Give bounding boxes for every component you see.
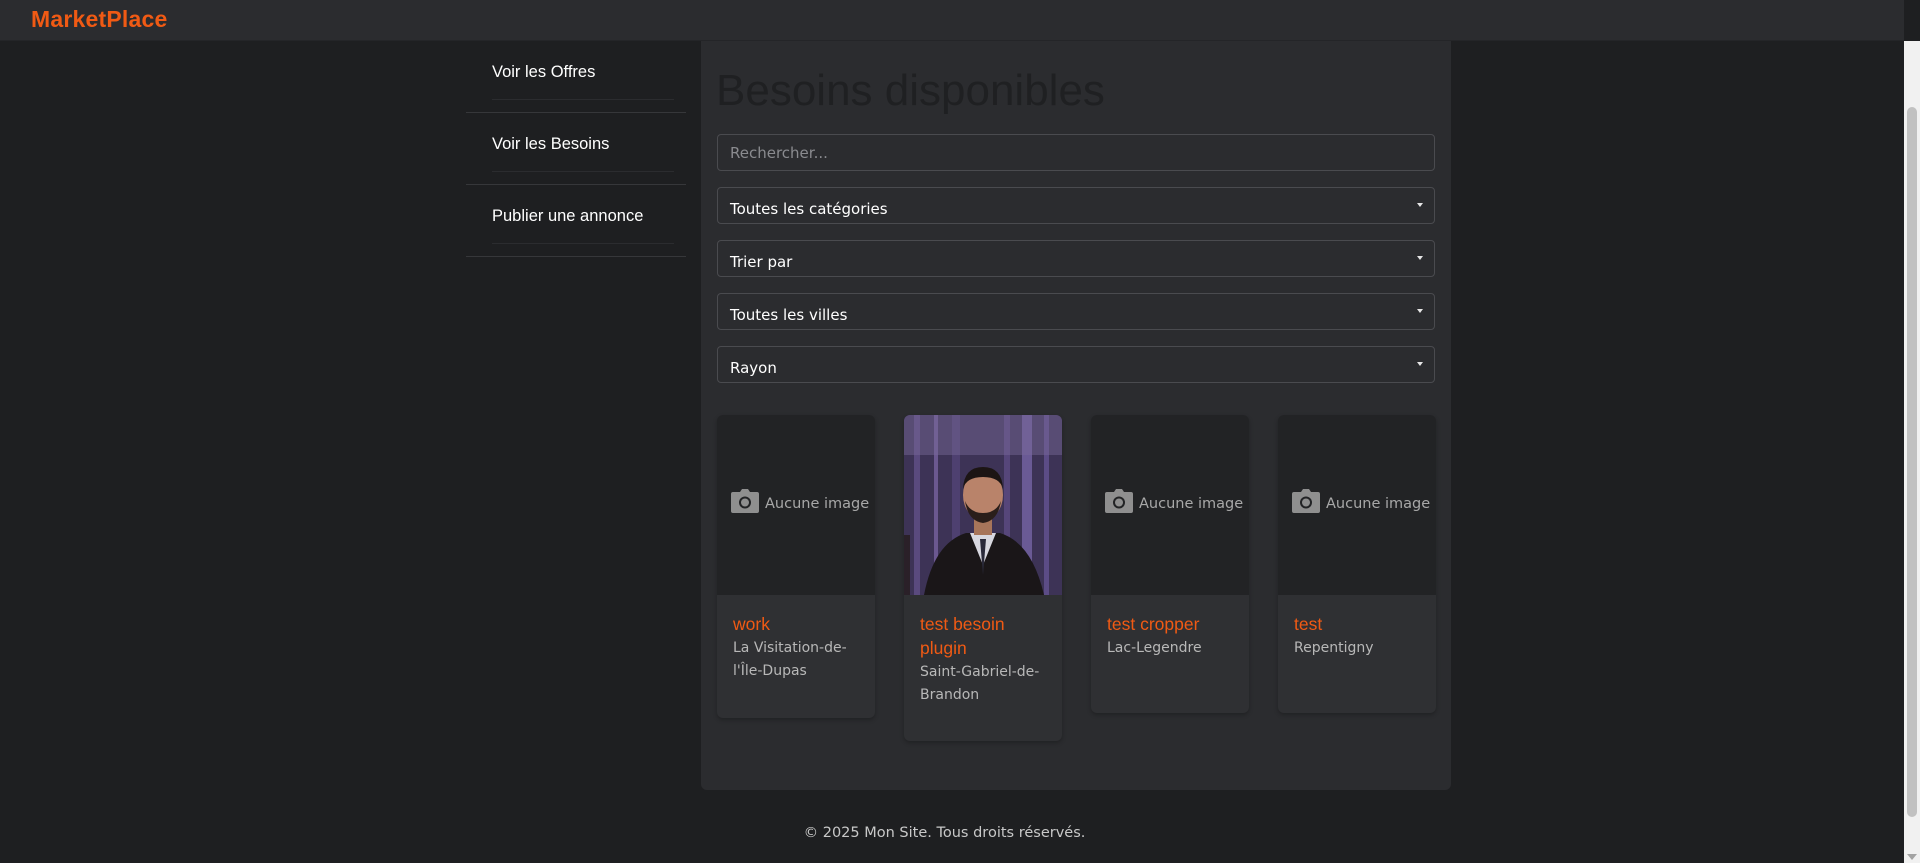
listing-card[interactable]: Aucune image test Repentigny [1278, 415, 1436, 713]
scroll-down-arrow-icon[interactable] [1907, 854, 1917, 860]
chevron-down-icon [1417, 256, 1423, 260]
category-select-value: Toutes les catégories [730, 200, 888, 218]
card-city: Saint-Gabriel-de-Brandon [920, 664, 1040, 703]
card-image-placeholder: Aucune image [717, 415, 875, 595]
divider [492, 243, 674, 244]
sidebar-item-label: Voir les Offres [492, 63, 596, 81]
chevron-down-icon [1417, 362, 1423, 366]
card-title[interactable]: test cropper [1107, 612, 1233, 636]
sidebar-item-label: Voir les Besoins [492, 135, 610, 153]
brand-logo-link[interactable]: MarketPlace [31, 6, 167, 33]
chevron-down-icon [1417, 309, 1423, 313]
camera-icon [1292, 489, 1320, 513]
scrollbar-thumb[interactable] [1907, 107, 1917, 817]
card-city: Repentigny [1294, 640, 1374, 656]
sidebar-nav: Voir les Offres Voir les Besoins Publier… [466, 41, 686, 257]
search-input[interactable] [717, 134, 1435, 171]
card-title[interactable]: test besoin plugin [920, 612, 1046, 660]
radius-select[interactable]: Rayon [717, 346, 1435, 383]
sidebar-item-voir-offres[interactable]: Voir les Offres [466, 41, 686, 113]
city-select-value: Toutes les villes [730, 306, 848, 324]
card-city: La Visitation-de-l'Île-Dupas [733, 640, 847, 679]
sidebar-item-label: Publier une annonce [492, 207, 644, 225]
sort-select-value: Trier par [730, 253, 793, 271]
card-title[interactable]: work [733, 612, 859, 636]
category-select[interactable]: Toutes les catégories [717, 187, 1435, 224]
no-image-label: Aucune image [765, 495, 870, 512]
listing-card[interactable]: Aucune image work La Visitation-de-l'Île… [717, 415, 875, 718]
city-select[interactable]: Toutes les villes [717, 293, 1435, 330]
footer-copyright: © 2025 Mon Site. Tous droits réservés. [803, 825, 1086, 841]
card-title[interactable]: test [1294, 612, 1420, 636]
page-title: Besoins disponibles [716, 66, 1105, 115]
chevron-down-icon [1417, 203, 1423, 207]
sidebar-item-voir-besoins[interactable]: Voir les Besoins [466, 113, 686, 185]
camera-icon [731, 489, 759, 513]
sidebar-item-publier-annonce[interactable]: Publier une annonce [466, 185, 686, 257]
radius-select-value: Rayon [730, 359, 777, 377]
sort-select[interactable]: Trier par [717, 240, 1435, 277]
divider [492, 99, 674, 100]
listing-card[interactable]: Aucune image test cropper Lac-Legendre [1091, 415, 1249, 713]
camera-icon [1105, 489, 1133, 513]
card-image-placeholder: Aucune image [1091, 415, 1249, 595]
page-scrollbar[interactable] [1904, 41, 1920, 863]
card-image-placeholder: Aucune image [1278, 415, 1436, 595]
person-photo-image [904, 415, 1062, 595]
listing-card[interactable]: test besoin plugin Saint-Gabriel-de-Bran… [904, 415, 1062, 741]
no-image-label: Aucune image [1326, 495, 1431, 512]
top-navbar: MarketPlace [0, 0, 1904, 41]
card-city: Lac-Legendre [1107, 640, 1202, 656]
divider [492, 171, 674, 172]
card-image [904, 415, 1062, 595]
no-image-label: Aucune image [1139, 495, 1244, 512]
